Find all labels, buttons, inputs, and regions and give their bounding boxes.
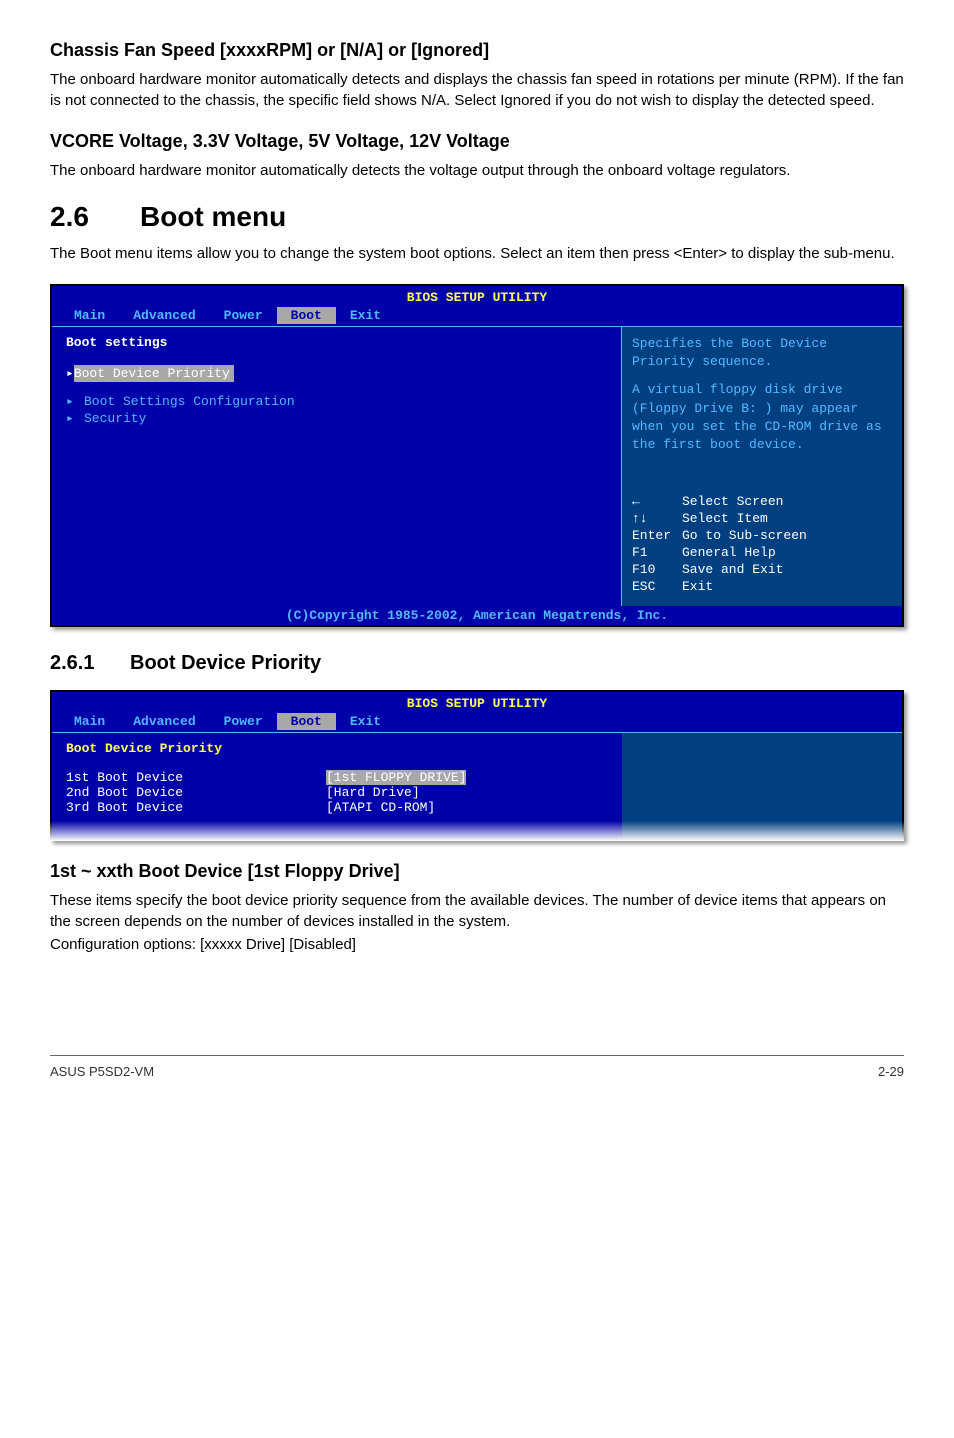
footer-product: ASUS P5SD2-VM (50, 1064, 154, 1079)
bios-tabs: Main Advanced Power Boot Exit (52, 711, 902, 732)
config-options: Configuration options: [xxxxx Drive] [Di… (50, 934, 904, 955)
boot-device-priority-heading: Boot Device Priority (66, 741, 608, 756)
device-value: [ATAPI CD-ROM] (326, 800, 435, 815)
boot-menu-heading: 2.6Boot menu (50, 201, 904, 233)
nav-label: Exit (682, 579, 713, 594)
security-item[interactable]: ▸Security (66, 410, 607, 427)
device-label: 1st Boot Device (66, 770, 326, 785)
device-label: 3rd Boot Device (66, 800, 326, 815)
device-value: [1st FLOPPY DRIVE] (326, 770, 466, 785)
submenu-marker-icon: ▸ (66, 366, 74, 381)
bios-left-panel: Boot settings ▸Boot Device Priority ▸Boo… (52, 326, 622, 606)
tab-power[interactable]: Power (210, 307, 277, 324)
tab-power[interactable]: Power (210, 713, 277, 730)
first-boot-device-row[interactable]: 1st Boot Device [1st FLOPPY DRIVE] (66, 770, 608, 785)
second-boot-device-row[interactable]: 2nd Boot Device [Hard Drive] (66, 785, 608, 800)
boot-settings-heading: Boot settings (66, 335, 607, 350)
vcore-body: The onboard hardware monitor automatical… (50, 160, 904, 181)
section-title: Boot menu (140, 201, 286, 232)
boot-settings-config-item[interactable]: ▸Boot Settings Configuration (66, 393, 607, 410)
bios-title: BIOS SETUP UTILITY (52, 286, 902, 305)
nav-label: General Help (682, 545, 776, 560)
submenu-marker-icon: ▸ (66, 394, 84, 409)
nav-key-esc: ESC (632, 579, 682, 596)
tab-exit[interactable]: Exit (336, 713, 395, 730)
nav-label: Select Screen (682, 494, 783, 509)
bios-boot-device-priority-screen: BIOS SETUP UTILITY Main Advanced Power B… (50, 690, 904, 841)
first-boot-device-body: These items specify the boot device prio… (50, 890, 904, 932)
bios-body: Boot Device Priority 1st Boot Device [1s… (52, 732, 902, 839)
section-number: 2.6 (50, 201, 140, 233)
bios-body: Boot settings ▸Boot Device Priority ▸Boo… (52, 326, 902, 606)
third-boot-device-row[interactable]: 3rd Boot Device [ATAPI CD-ROM] (66, 800, 608, 815)
bios-title: BIOS SETUP UTILITY (52, 692, 902, 711)
tab-main[interactable]: Main (60, 713, 119, 730)
subsection-number: 2.6.1 (50, 652, 130, 675)
boot-device-priority-heading: 2.6.1Boot Device Priority (50, 652, 904, 675)
chassis-fan-heading: Chassis Fan Speed [xxxxRPM] or [N/A] or … (50, 40, 904, 61)
page-footer: ASUS P5SD2-VM 2-29 (50, 1055, 904, 1079)
subsection-title: Boot Device Priority (130, 652, 321, 674)
bios-help-panel: Specifies the Boot Device Priority seque… (622, 326, 902, 606)
help-text-1: Specifies the Boot Device Priority seque… (632, 335, 892, 371)
chassis-fan-body: The onboard hardware monitor automatical… (50, 69, 904, 111)
nav-key-f10: F10 (632, 562, 682, 579)
bios-copyright: (C)Copyright 1985-2002, American Megatre… (52, 606, 902, 625)
nav-label: Save and Exit (682, 562, 783, 577)
bios-boot-settings-screen: BIOS SETUP UTILITY Main Advanced Power B… (50, 284, 904, 627)
boot-device-priority-item[interactable]: ▸Boot Device Priority (66, 364, 607, 383)
boot-menu-body: The Boot menu items allow you to change … (50, 243, 904, 264)
device-label: 2nd Boot Device (66, 785, 326, 800)
tab-boot[interactable]: Boot (277, 713, 336, 730)
nav-key-left: ← (632, 494, 682, 511)
tab-boot[interactable]: Boot (277, 307, 336, 324)
help-text-2: A virtual floppy disk drive (Floppy Driv… (632, 381, 892, 454)
vcore-heading: VCORE Voltage, 3.3V Voltage, 5V Voltage,… (50, 131, 904, 152)
tab-main[interactable]: Main (60, 307, 119, 324)
first-boot-device-heading: 1st ~ xxth Boot Device [1st Floppy Drive… (50, 861, 904, 882)
nav-label: Go to Sub-screen (682, 528, 807, 543)
nav-keys: ←Select Screen ↑↓Select Item EnterGo to … (632, 494, 892, 595)
bios-tabs: Main Advanced Power Boot Exit (52, 305, 902, 326)
footer-page-number: 2-29 (878, 1064, 904, 1079)
nav-key-enter: Enter (632, 528, 682, 545)
submenu-marker-icon: ▸ (66, 411, 84, 426)
nav-key-f1: F1 (632, 545, 682, 562)
bios-left-panel: Boot Device Priority 1st Boot Device [1s… (52, 732, 622, 839)
tab-advanced[interactable]: Advanced (119, 713, 209, 730)
nav-label: Select Item (682, 511, 768, 526)
nav-key-updown: ↑↓ (632, 511, 682, 528)
bios-help-panel (622, 732, 902, 839)
tab-advanced[interactable]: Advanced (119, 307, 209, 324)
device-value: [Hard Drive] (326, 785, 420, 800)
tab-exit[interactable]: Exit (336, 307, 395, 324)
